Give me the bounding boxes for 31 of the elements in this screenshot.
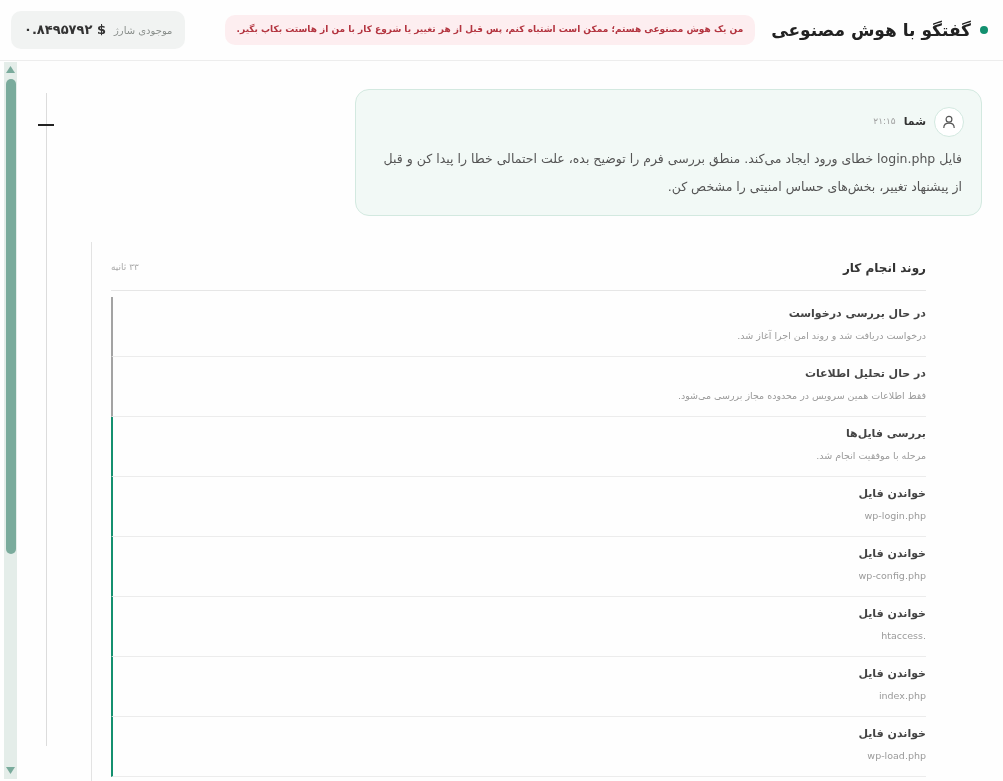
step-title: در حال تحلیل اطلاعات: [803, 367, 926, 381]
step-detail: wp-load.php: [866, 749, 926, 763]
scrollbar-thumb[interactable]: [5, 79, 16, 554]
balance-label: موجودی شارژ: [114, 23, 173, 38]
warning-notice: من یک هوش مصنوعی هستم؛ ممکن است اشتباه کنم، پس قبل از هر تغییر یا شروع کار با من از هاستت بکاپ بگیر.: [224, 15, 756, 45]
step-detail: .htaccess: [880, 629, 926, 643]
message-text: فایل login.php خطای ورود ایجاد می‌کند. منطق بررسی فرم را توضیح بده، علت احتمالی خطا را پیدا کن و قبل از پیشنهاد تغییر، بخش‌های حساس امنیتی را مشخص کن.: [382, 150, 963, 197]
step-detail: فقط اطلاعات همین سرویس در محدوده مجاز بررسی می‌شود.: [676, 389, 926, 403]
balance-amount: ۰.۸۴۹۵۷۹۲ $: [24, 21, 106, 40]
step-title: خواندن فایل: [857, 547, 926, 561]
step-title: خواندن فایل: [857, 727, 926, 741]
step-detail: wp-config.php: [857, 569, 926, 583]
up-arrow-icon[interactable]: [6, 66, 15, 73]
step-detail: مرحله با موفقیت انجام شد.: [815, 449, 926, 463]
step-title: در حال بررسی درخواست: [787, 307, 926, 321]
step-title: خواندن فایل: [857, 607, 926, 621]
step-title: خواندن فایل: [857, 487, 926, 501]
user-avatar-icon: [934, 107, 964, 137]
message-time: ۲۱:۱۵: [873, 115, 896, 129]
step-title: بررسی فایل‌ها: [844, 427, 926, 441]
scrollbar-track[interactable]: [4, 62, 17, 779]
step-detail: index.php: [877, 689, 926, 703]
step-title: خواندن فایل: [857, 667, 926, 681]
timeline-marker: [38, 124, 54, 126]
page-title: گفتگو با هوش مصنوعی: [771, 19, 971, 41]
process-duration: ۳۳ ثانیه: [111, 261, 139, 275]
process-title: روند انجام کار: [842, 260, 926, 277]
sender-name: شما: [903, 113, 926, 130]
down-arrow-icon[interactable]: [6, 767, 15, 774]
step-detail: wp-login.php: [863, 509, 926, 523]
step-detail: درخواست دریافت شد و روند امن اجرا آغاز شد.: [736, 329, 926, 343]
